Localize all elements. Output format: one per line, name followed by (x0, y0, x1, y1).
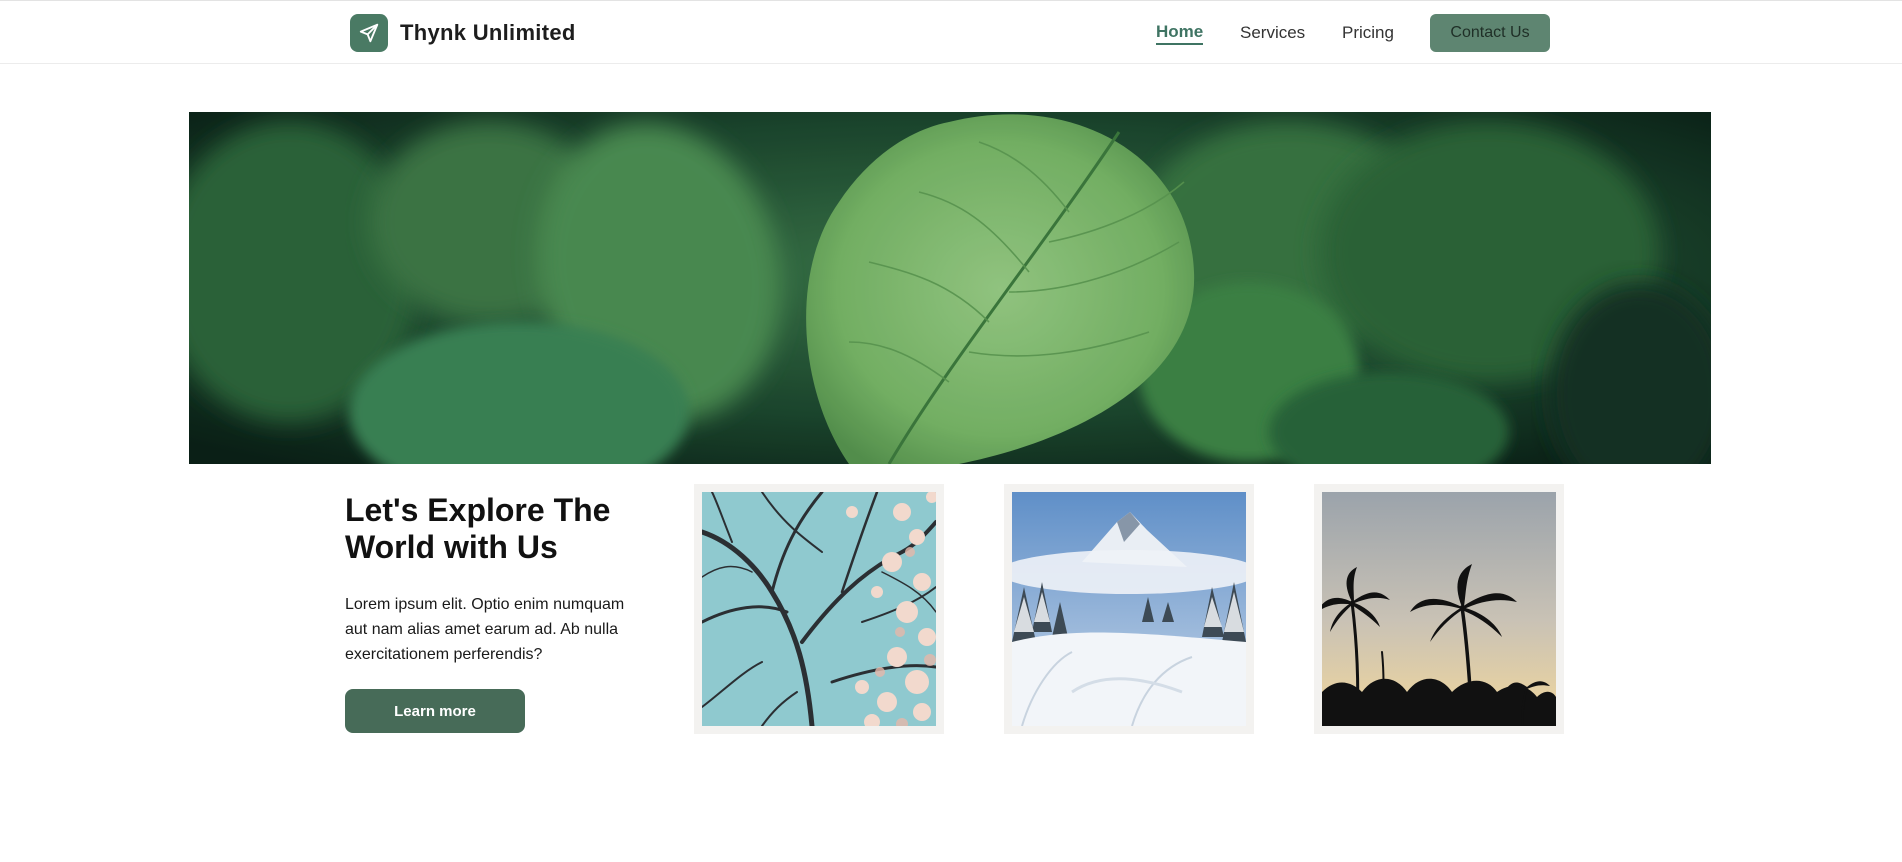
section-description: Lorem ipsum elit. Optio enim numquam aut… (345, 596, 625, 663)
nav-link-pricing[interactable]: Pricing (1342, 23, 1394, 43)
intro-section: Let's Explore The World with Us Lorem ip… (345, 492, 645, 733)
contact-us-button[interactable]: Contact Us (1430, 14, 1550, 52)
gallery-card (1314, 484, 1564, 734)
nav-link-home[interactable]: Home (1156, 22, 1204, 45)
brand-name: Thynk Unlimited (400, 20, 576, 45)
gallery-card (694, 484, 944, 734)
learn-more-button[interactable]: Learn more (345, 689, 525, 733)
gallery-card (1004, 484, 1254, 734)
snowy-mountain-photo (1012, 492, 1246, 726)
paper-plane-icon (350, 14, 388, 52)
nav-link-services[interactable]: Services (1240, 23, 1305, 43)
site-header: Thynk Unlimited Home Services Pricing Co… (0, 0, 1902, 64)
section-title: Let's Explore The World with Us (345, 492, 611, 565)
hero-image (189, 112, 1711, 464)
palm-tree-sunset-photo (1322, 492, 1556, 726)
cherry-blossom-photo (702, 492, 936, 726)
brand-logo[interactable]: Thynk Unlimited (350, 14, 576, 52)
